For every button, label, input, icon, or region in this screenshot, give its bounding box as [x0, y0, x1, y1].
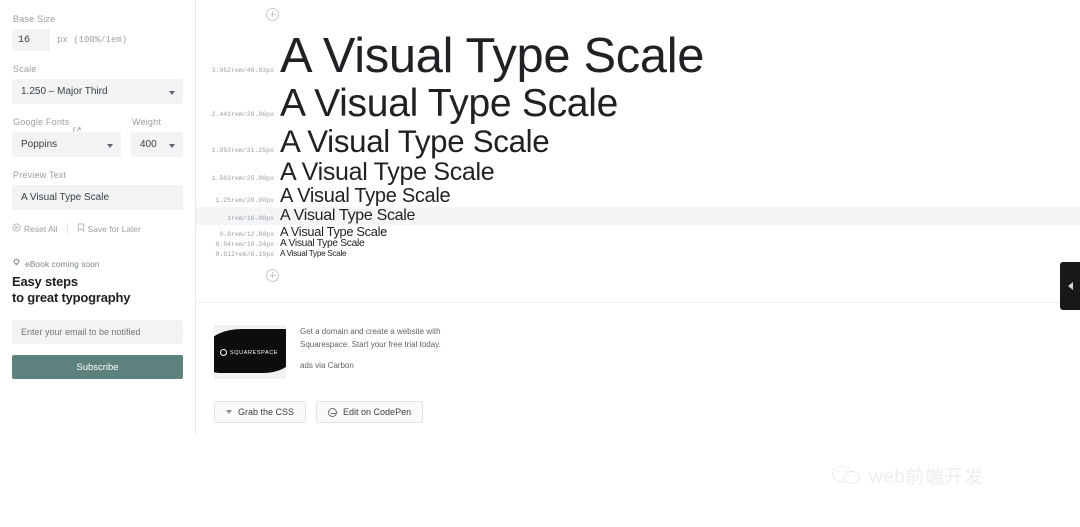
type-scale-size-label: 1.563rem/25.00px — [211, 174, 274, 182]
watermark-text: web前端开发 — [869, 467, 984, 488]
ad-body-text: Get a domain and create a website with S… — [300, 327, 441, 350]
google-fonts-label: Google Fonts — [13, 117, 70, 127]
bookmark-icon — [77, 223, 85, 234]
chevron-down-icon — [107, 143, 113, 148]
type-scale-row[interactable]: 1.953rem/31.25px A Visual Type Scale — [196, 125, 1080, 159]
type-scale-size-label: 1rem/16.00px — [227, 215, 274, 223]
chevron-down-icon — [169, 90, 175, 95]
ad-copy: Get a domain and create a website with S… — [300, 325, 450, 379]
reset-all-button[interactable]: Reset All — [12, 223, 58, 234]
base-size-input[interactable] — [12, 29, 50, 51]
reset-circle-icon — [12, 223, 21, 234]
scale-value: 1.250 – Major Third — [21, 86, 108, 97]
base-size-group: Base Size px (100%/1em) — [12, 14, 183, 51]
type-scale-row[interactable]: 1rem/16.00px A Visual Type Scale — [196, 207, 1080, 225]
add-size-bottom-button[interactable] — [196, 262, 1080, 288]
promo-block: eBook coming soon Easy steps to great ty… — [12, 258, 183, 379]
external-link-icon[interactable] — [73, 122, 82, 135]
grab-the-css-button[interactable]: Grab the CSS — [214, 401, 307, 424]
type-scale-row[interactable]: 0.512rem/8.19px A Visual Type Scale — [196, 250, 1080, 262]
chevron-down-icon — [169, 143, 175, 148]
google-fonts-value: Poppins — [21, 139, 58, 150]
promo-title-line2: to great typography — [12, 290, 131, 305]
type-scale-sample-text: A Visual Type Scale — [280, 249, 347, 259]
promo-title-line1: Easy steps — [12, 274, 78, 289]
type-scale-size-label: 0.512rem/8.19px — [215, 251, 274, 259]
edit-on-codepen-label: Edit on CodePen — [343, 407, 412, 418]
weight-select[interactable]: 400 — [131, 132, 183, 157]
type-scale-sample-text: A Visual Type Scale — [280, 238, 365, 250]
scale-select[interactable]: 1.250 – Major Third — [12, 79, 183, 104]
action-divider — [66, 223, 68, 234]
plus-circle-icon — [266, 268, 279, 282]
squarespace-logo-icon — [220, 349, 227, 357]
preview-text-label: Preview Text — [13, 170, 67, 180]
type-scale-row[interactable]: 1.563rem/25.00px A Visual Type Scale — [196, 157, 1080, 186]
save-for-later-label: Save for Later — [87, 223, 141, 234]
type-scale-main: 3.052rem/48.83px A Visual Type Scale 2.441… — [196, 0, 1080, 435]
type-scale-list: 3.052rem/48.83px A Visual Type Scale 2.441… — [196, 30, 1080, 262]
base-size-unit: px (100%/1em) — [57, 35, 128, 45]
save-for-later-button[interactable]: Save for Later — [77, 223, 141, 234]
preview-text-group: Preview Text — [12, 170, 183, 210]
type-scale-size-label: 0.64rem/10.24px — [215, 241, 274, 249]
base-size-label: Base Size — [13, 14, 56, 24]
type-scale-row[interactable]: 3.052rem/48.83px A Visual Type Scale — [196, 30, 1080, 83]
main-action-buttons: Grab the CSS Edit on CodePen — [196, 379, 1080, 424]
reset-all-label: Reset All — [24, 223, 58, 234]
google-fonts-select[interactable]: Poppins — [12, 132, 121, 157]
weight-label: Weight — [132, 117, 162, 127]
ad-credit: ads via Carbon — [300, 361, 354, 371]
type-scale-sample-text: A Visual Type Scale — [280, 81, 618, 125]
promo-kicker: eBook coming soon — [12, 258, 183, 269]
promo-kicker-label: eBook coming soon — [25, 258, 100, 269]
ad-image: SQUARESPACE — [214, 325, 286, 380]
scale-label: Scale — [13, 64, 37, 74]
grab-the-css-label: Grab the CSS — [238, 407, 295, 418]
type-scale-size-label: 3.052rem/48.83px — [211, 67, 274, 74]
type-scale-row[interactable]: 0.8rem/12.80px A Visual Type Scale — [196, 223, 1080, 239]
weight-value: 400 — [140, 139, 157, 150]
sidebar-actions: Reset All Save for Later — [12, 223, 183, 234]
app-root: Base Size px (100%/1em) Scale 1.250 – Ma… — [0, 0, 1080, 527]
font-weight-group: Google Fonts Poppins Weight 400 — [12, 117, 183, 157]
type-scale-sample-text: A Visual Type Scale — [280, 223, 387, 239]
type-scale-size-label: 0.8rem/12.80px — [219, 230, 274, 238]
edit-on-codepen-button[interactable]: Edit on CodePen — [316, 401, 424, 424]
type-scale-row[interactable]: 1.25rem/20.00px A Visual Type Scale — [196, 184, 1080, 208]
type-scale-size-label: 1.25rem/20.00px — [215, 196, 274, 204]
type-scale-sample-text: A Visual Type Scale — [280, 207, 416, 225]
type-scale-size-label: 1.953rem/31.25px — [211, 146, 274, 154]
email-field[interactable] — [12, 320, 183, 344]
ad-brand-label: SQUARESPACE — [230, 349, 279, 356]
type-scale-sample-text: A Visual Type Scale — [280, 29, 705, 83]
chevron-down-icon — [226, 410, 232, 415]
plus-circle-icon — [266, 7, 279, 21]
subscribe-button[interactable]: Subscribe — [12, 355, 183, 379]
drawer-toggle-tab[interactable] — [1060, 262, 1080, 310]
lightbulb-icon — [12, 258, 21, 269]
scale-group: Scale 1.250 – Major Third — [12, 64, 183, 104]
carbon-ad[interactable]: SQUARESPACE Get a domain and create a we… — [196, 303, 1080, 380]
type-scale-sample-text: A Visual Type Scale — [280, 184, 451, 207]
wechat-icon — [832, 465, 862, 487]
chevron-left-icon — [1067, 282, 1073, 290]
type-scale-row[interactable]: 2.441rem/39.06px A Visual Type Scale — [196, 81, 1080, 125]
settings-sidebar: Base Size px (100%/1em) Scale 1.250 – Ma… — [0, 0, 196, 435]
promo-title: Easy steps to great typography — [12, 274, 183, 306]
add-size-top-button[interactable] — [196, 0, 1080, 28]
watermark: web前端开发 — [832, 462, 983, 489]
type-scale-size-label: 2.441rem/39.06px — [211, 110, 274, 118]
type-scale-sample-text: A Visual Type Scale — [280, 123, 550, 159]
codepen-icon — [328, 407, 338, 417]
preview-text-input[interactable] — [12, 185, 183, 210]
type-scale-sample-text: A Visual Type Scale — [280, 157, 495, 186]
